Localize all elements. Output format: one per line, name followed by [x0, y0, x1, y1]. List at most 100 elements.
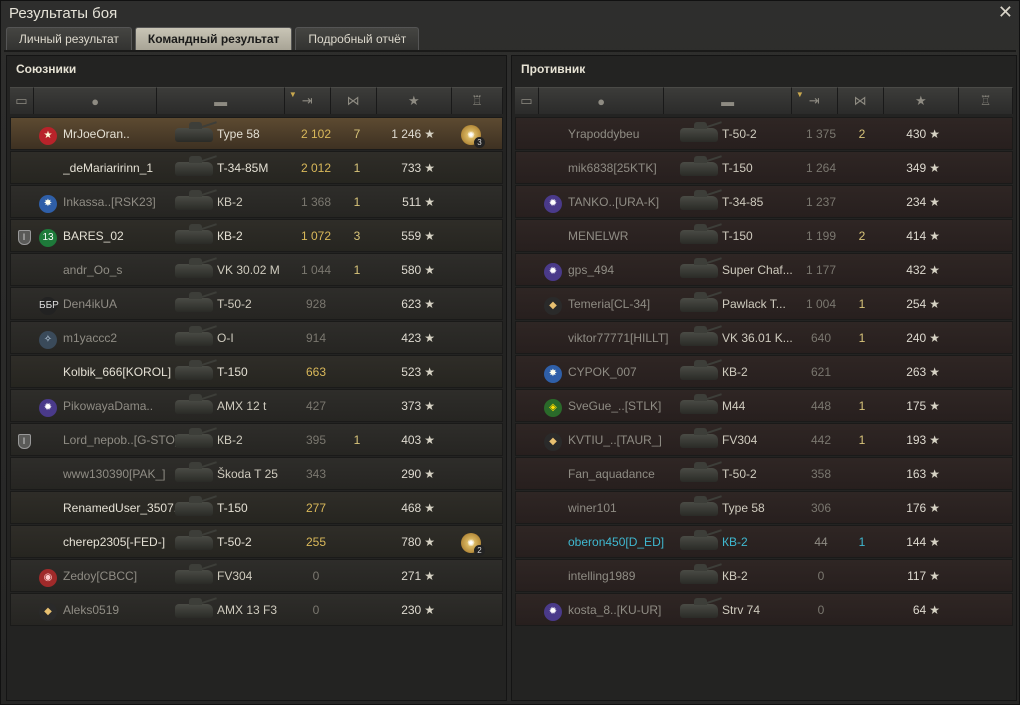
damage-value: 423 — [401, 331, 422, 345]
table-row[interactable]: Fan_aquadance T-50-2 358 163 ★ — [515, 457, 1013, 490]
table-row[interactable]: ◈ SveGue_..[STLK] M44 448 1 175 ★ — [515, 389, 1013, 422]
player-name[interactable]: winer101 — [568, 492, 686, 524]
tank-column-icon[interactable]: ▬ — [157, 87, 285, 114]
damage-cell: 254 ★ — [878, 288, 940, 320]
table-row[interactable]: MENELWR T-150 1 199 2 414 ★ — [515, 219, 1013, 252]
tank-column-icon[interactable]: ▬ — [664, 87, 792, 114]
purple-star-icon: ✹ — [544, 195, 562, 213]
star-icon: ★ — [929, 467, 940, 481]
kills-value: 3 — [353, 229, 361, 243]
table-row[interactable]: ◆ Temeria[CL-34] Pawlack T... 1 004 1 254 ★ — [515, 287, 1013, 320]
player-name[interactable]: KVTIU_..[TAUR_] — [568, 424, 686, 456]
medal-icon[interactable]: ✺ 2 — [461, 533, 485, 556]
tab-team-result[interactable]: Командный результат — [134, 27, 293, 50]
damage-column-icon[interactable]: ★ — [883, 87, 960, 114]
table-row[interactable]: winer101 Type 58 306 176 ★ — [515, 491, 1013, 524]
player-name[interactable]: cherep2305[-FED-] — [63, 526, 181, 558]
table-row[interactable]: ✸ CYPOK_007 КВ-2 621 263 ★ — [515, 355, 1013, 388]
player-name[interactable]: m1yaccc2 — [63, 322, 181, 354]
close-icon[interactable]: ✕ — [998, 2, 1013, 23]
star-icon: ★ — [929, 501, 940, 515]
table-row[interactable]: ★ MrJoeOran.. Type 58 2 102 7 1 246 ★ ✺ 3 — [10, 117, 503, 150]
table-row[interactable]: Kolbik_666[KOROL] T-150 663 523 ★ — [10, 355, 503, 388]
table-row[interactable]: intelling1989 КВ-2 0 117 ★ — [515, 559, 1013, 592]
table-row[interactable]: ББР Den4ikUA T-50-2 928 623 ★ — [10, 287, 503, 320]
table-row[interactable]: ✧ m1yaccc2 O-I 914 423 ★ — [10, 321, 503, 354]
player-name[interactable]: Temeria[CL-34] — [568, 288, 686, 320]
player-name[interactable]: SveGue_..[STLK] — [568, 390, 686, 422]
player-name[interactable]: Inkassa..[RSK23] — [63, 186, 181, 218]
table-row[interactable]: ✹ gps_494 Super Chaf... 1 177 432 ★ — [515, 253, 1013, 286]
medal-cell[interactable]: ✺ 2 — [457, 526, 485, 558]
table-row[interactable]: ✸ Inkassa..[RSK23] КВ-2 1 368 1 511 ★ — [10, 185, 503, 218]
player-name[interactable]: PikowayaDama.. — [63, 390, 181, 422]
tank-name: VK 36.01 K... — [722, 331, 793, 345]
player-name[interactable]: viktor77771[HILLT] — [568, 322, 686, 354]
player-name[interactable]: Zedoy[CBCC] — [63, 560, 181, 592]
kills-column-icon[interactable]: ⋈ — [330, 87, 377, 114]
player-name[interactable]: TANKO..[URA-K] — [568, 186, 686, 218]
tank-icon — [676, 288, 722, 320]
medal-icon[interactable]: ✺ 3 — [461, 125, 485, 148]
xp-column-icon[interactable]: ▼ ⇥ — [284, 87, 331, 114]
damage-value: 1 246 — [391, 127, 422, 141]
player-name[interactable]: intelling1989 — [568, 560, 686, 592]
table-row[interactable]: viktor77771[HILLT] VK 36.01 K... 640 1 240 ★ — [515, 321, 1013, 354]
table-row[interactable]: oberon450[D_ED] КВ-2 44 1 144 ★ — [515, 525, 1013, 558]
table-row[interactable]: andr_Oo_s VK 30.02 M 1 044 1 580 ★ — [10, 253, 503, 286]
table-row[interactable]: ◉ Zedoy[CBCC] FV304 0 271 ★ — [10, 559, 503, 592]
table-row[interactable]: mik6838[25KTK] T-150 1 264 349 ★ — [515, 151, 1013, 184]
table-row[interactable]: _deMariaririnn_1 T-34-85M 2 012 1 733 ★ — [10, 151, 503, 184]
table-row[interactable]: ✹ kosta_8..[KU-UR] Strv 74 0 64 ★ — [515, 593, 1013, 626]
player-column-icon[interactable]: ● — [33, 87, 158, 114]
rank-column-icon[interactable]: ▭ — [10, 87, 34, 114]
player-name[interactable]: CYPOK_007 — [568, 356, 686, 388]
table-row[interactable]: ✹ TANKO..[URA-K] T-34-85 1 237 234 ★ — [515, 185, 1013, 218]
table-row[interactable]: I Lord_nepob..[G-STO] КВ-2 395 1 403 ★ — [10, 423, 503, 456]
table-row[interactable]: ◆ KVTIU_..[TAUR_] FV304 442 1 193 ★ — [515, 423, 1013, 456]
damage-value: 623 — [401, 297, 422, 311]
medal-column-icon[interactable]: ♖ — [452, 87, 503, 114]
player-name[interactable]: Yrapoddybeu — [568, 118, 686, 150]
tank-icon — [171, 118, 217, 150]
player-name[interactable]: www130390[PAK_] — [63, 458, 181, 490]
player-name[interactable]: Den4ikUA — [63, 288, 181, 320]
player-name[interactable]: mik6838[25KTK] — [568, 152, 686, 184]
player-name[interactable]: RenamedUser_3507.. — [63, 492, 181, 524]
kills-column-icon[interactable]: ⋈ — [837, 87, 884, 114]
enemies-header: ▭ ● ▬ ▼ ⇥ ⋈ ★ ♖ — [515, 87, 1013, 114]
table-row[interactable]: cherep2305[-FED-] T-50-2 255 780 ★ ✺ 2 — [10, 525, 503, 558]
tank-icon — [676, 458, 722, 490]
tank-name: КВ-2 — [217, 195, 243, 209]
player-name[interactable]: oberon450[D_ED] — [568, 526, 686, 558]
player-name[interactable]: MENELWR — [568, 220, 686, 252]
player-name[interactable]: kosta_8..[KU-UR] — [568, 594, 686, 626]
player-column-icon[interactable]: ● — [538, 87, 665, 114]
damage-column-icon[interactable]: ★ — [376, 87, 453, 114]
player-name[interactable]: Fan_aquadance — [568, 458, 686, 490]
star-icon: ★ — [424, 603, 435, 617]
xp-column-icon[interactable]: ▼ ⇥ — [791, 87, 838, 114]
table-row[interactable]: Yrapoddybeu T-50-2 1 375 2 430 ★ — [515, 117, 1013, 150]
tab-detailed-report[interactable]: Подробный отчёт — [295, 27, 420, 50]
table-row[interactable]: www130390[PAK_] Škoda T 25 343 290 ★ — [10, 457, 503, 490]
player-name[interactable]: Lord_nepob..[G-STO] — [63, 424, 181, 456]
table-row[interactable]: ✹ PikowayaDama.. AMX 12 t 427 373 ★ — [10, 389, 503, 422]
tab-personal-result[interactable]: Личный результат — [6, 27, 132, 50]
rank-column-icon[interactable]: ▭ — [515, 87, 539, 114]
medal-column-icon[interactable]: ♖ — [959, 87, 1013, 114]
player-name[interactable]: BARES_02 — [63, 220, 181, 252]
table-row[interactable]: ◆ Aleks0519 AMX 13 F3 0 230 ★ — [10, 593, 503, 626]
player-name[interactable]: gps_494 — [568, 254, 686, 286]
table-row[interactable]: I 13 BARES_02 КВ-2 1 072 3 559 ★ — [10, 219, 503, 252]
enemies-panel: Противник ▭ ● ▬ ▼ ⇥ ⋈ ★ ♖ Yrapoddybeu T-50… — [511, 55, 1017, 701]
table-row[interactable]: RenamedUser_3507.. T-150 277 468 ★ — [10, 491, 503, 524]
damage-cell: 175 ★ — [878, 390, 940, 422]
player-name[interactable]: Kolbik_666[KOROL] — [63, 356, 181, 388]
player-name[interactable]: MrJoeOran.. — [63, 118, 181, 150]
player-name[interactable]: Aleks0519 — [63, 594, 181, 626]
player-name[interactable]: _deMariaririnn_1 — [63, 152, 181, 184]
experience-value: 1 199 — [805, 229, 837, 243]
player-name[interactable]: andr_Oo_s — [63, 254, 181, 286]
medal-cell[interactable]: ✺ 3 — [457, 118, 485, 150]
